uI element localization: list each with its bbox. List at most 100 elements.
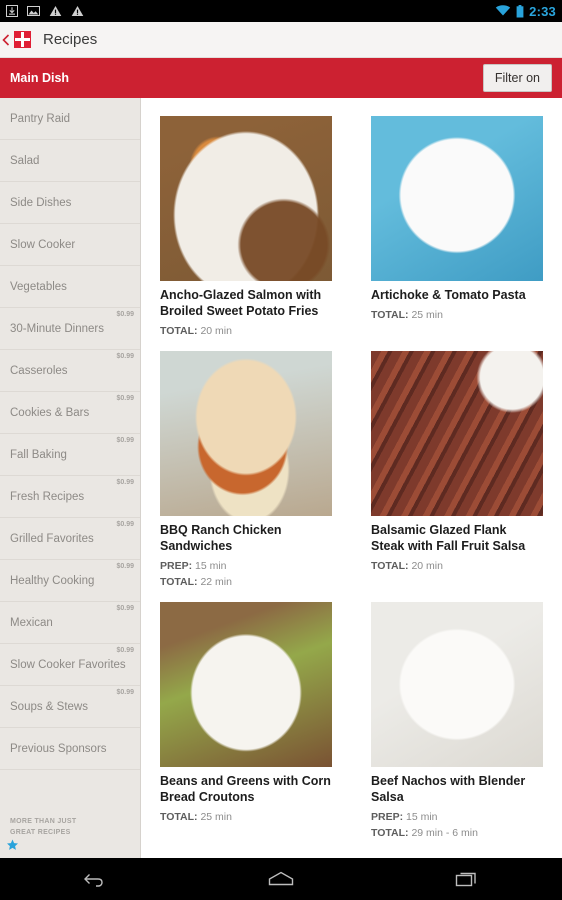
recipe-total-time: TOTAL: 29 min - 6 min (371, 826, 543, 842)
recipe-card[interactable]: BBQ Ranch Chicken Sandwiches PREP: 15 min… (160, 351, 332, 590)
battery-icon (516, 4, 524, 17)
sidebar-item-side-dishes[interactable]: Side Dishes (0, 182, 140, 224)
sidebar-item-price: $0.99 (116, 563, 134, 570)
sidebar-item-label: Healthy Cooking (10, 574, 95, 587)
flank-steak-photo[interactable] (371, 351, 543, 517)
status-bar-left-icons (6, 5, 84, 17)
recipe-title: Ancho-Glazed Salmon with Broiled Sweet P… (160, 288, 322, 318)
sidebar-item-previous-sponsors[interactable]: Previous Sponsors (0, 728, 140, 770)
status-bar-clock: 2:33 (529, 3, 556, 19)
page-title: Recipes (43, 31, 98, 48)
beans-greens-croutons-photo[interactable] (160, 602, 332, 768)
back-arrow-icon[interactable] (0, 33, 12, 46)
recipe-title: Beef Nachos with Blender Salsa (371, 774, 526, 804)
sidebar-item-price: $0.99 (116, 479, 134, 486)
sidebar-item-label: Soups & Stews (10, 700, 88, 713)
sidebar-item-healthy-cooking[interactable]: $0.99 Healthy Cooking (0, 560, 140, 602)
recipe-title: Balsamic Glazed Flank Steak with Fall Fr… (371, 523, 526, 553)
recipe-total-time: TOTAL: 25 min (371, 308, 543, 324)
sidebar-item-price: $0.99 (116, 353, 134, 360)
sidebar-item-price: $0.99 (116, 521, 134, 528)
recipe-total-time: TOTAL: 22 min (160, 575, 332, 591)
warning-icon (49, 6, 62, 16)
recipe-card[interactable]: Ancho-Glazed Salmon with Broiled Sweet P… (160, 116, 332, 339)
android-nav-bar (0, 858, 562, 900)
recipe-total-label: TOTAL: (371, 826, 409, 839)
sidebar-item-cookies-bars[interactable]: $0.99 Cookies & Bars (0, 392, 140, 434)
recipe-prep-time: PREP: 15 min (160, 559, 332, 575)
sidebar-item-vegetables[interactable]: Vegetables (0, 266, 140, 308)
recipe-title: Beans and Greens with Corn Bread Crouton… (160, 774, 331, 804)
sidebar-item-fall-baking[interactable]: $0.99 Fall Baking (0, 434, 140, 476)
sidebar-item-slow-cooker-favorites[interactable]: $0.99 Slow Cooker Favorites (0, 644, 140, 686)
recipe-total-time: TOTAL: 20 min (371, 559, 543, 575)
home-icon[interactable] (251, 870, 311, 888)
bbq-chicken-sandwich-photo[interactable] (160, 351, 332, 517)
filter-button[interactable]: Filter on (482, 64, 552, 92)
sidebar-item-label: Casseroles (10, 364, 68, 377)
category-bar: Main Dish Filter on (0, 58, 562, 98)
recipe-meta: TOTAL: 20 min (371, 559, 543, 575)
sidebar-item-label: Fall Baking (10, 448, 67, 461)
beef-nachos-photo[interactable] (371, 602, 543, 768)
recipe-meta: TOTAL: 20 min (160, 324, 332, 340)
sidebar-item-slow-cooker[interactable]: Slow Cooker (0, 224, 140, 266)
image-icon (27, 6, 40, 16)
recipe-meta: TOTAL: 25 min (371, 308, 543, 324)
recipe-card[interactable]: Artichoke & Tomato Pasta TOTAL: 25 min (371, 116, 543, 339)
recipe-prep-value: 15 min (403, 810, 438, 823)
recipe-prep-time: PREP: 15 min (371, 810, 543, 826)
sidebar-item-pantry-raid[interactable]: Pantry Raid (0, 98, 140, 140)
sidebar-item-price: $0.99 (116, 605, 134, 612)
recipe-card[interactable]: Beef Nachos with Blender Salsa PREP: 15 m… (371, 602, 543, 841)
sidebar-item-label: Slow Cooker Favorites (10, 658, 126, 671)
warning-icon (71, 6, 84, 16)
sidebar-item-label: Mexican (10, 616, 53, 629)
sidebar-item-soups-stews[interactable]: $0.99 Soups & Stews (0, 686, 140, 728)
sidebar-footer-line1: MORE THAN JUST (10, 818, 77, 825)
category-title: Main Dish (10, 71, 70, 85)
salmon-sweet-potato-photo[interactable] (160, 116, 332, 281)
recipe-total-label: TOTAL: (160, 324, 198, 337)
sidebar-item-label: Previous Sponsors (10, 742, 107, 755)
recipe-total-value: 22 min (197, 575, 232, 588)
sidebar-item-price: $0.99 (116, 437, 134, 444)
sidebar-item-30-minute-dinners[interactable]: $0.99 30-Minute Dinners (0, 308, 140, 350)
sidebar-item-salad[interactable]: Salad (0, 140, 140, 182)
recipe-prep-value: 15 min (192, 559, 227, 572)
artichoke-tomato-pasta-photo[interactable] (371, 116, 543, 281)
sidebar-item-fresh-recipes[interactable]: $0.99 Fresh Recipes (0, 476, 140, 518)
sidebar-footer: MORE THAN JUST GREAT RECIPES (10, 817, 76, 838)
app-bar: Recipes (0, 22, 562, 58)
recipe-prep-label: PREP: (371, 810, 404, 823)
recipe-card[interactable]: Beans and Greens with Corn Bread Crouton… (160, 602, 332, 841)
sidebar-item-price: $0.99 (116, 311, 134, 318)
sidebar-item-label: Fresh Recipes (10, 490, 85, 503)
category-sidebar[interactable]: Pantry Raid Salad Side Dishes Slow Cooker Ve… (0, 98, 141, 858)
sidebar-item-label: Grilled Favorites (10, 532, 94, 545)
recipe-meta: PREP: 15 min TOTAL: 29 min - 6 min (371, 810, 543, 842)
sidebar-item-label: Salad (10, 154, 40, 167)
recipe-title: BBQ Ranch Chicken Sandwiches (160, 523, 282, 553)
recipe-total-label: TOTAL: (371, 308, 409, 321)
sidebar-item-label: Cookies & Bars (10, 406, 90, 419)
recipe-total-time: TOTAL: 25 min (160, 810, 332, 826)
sidebar-item-label: Pantry Raid (10, 112, 71, 125)
sidebar-item-casseroles[interactable]: $0.99 Casseroles (0, 350, 140, 392)
back-icon[interactable] (64, 870, 124, 888)
sidebar-item-label: Vegetables (10, 280, 67, 293)
recipe-title: Artichoke & Tomato Pasta (371, 288, 526, 302)
recipe-meta: PREP: 15 min TOTAL: 22 min (160, 559, 332, 591)
recipe-total-label: TOTAL: (160, 810, 198, 823)
category-list: Pantry Raid Salad Side Dishes Slow Cooker Ve… (0, 98, 140, 770)
wifi-icon (495, 5, 511, 16)
download-icon (6, 5, 18, 17)
recipe-card[interactable]: Balsamic Glazed Flank Steak with Fall Fr… (371, 351, 543, 590)
status-bar-right-icons: 2:33 (495, 4, 556, 19)
sidebar-item-grilled-favorites[interactable]: $0.99 Grilled Favorites (0, 518, 140, 560)
recents-icon[interactable] (438, 870, 498, 888)
sidebar-item-label: Slow Cooker (10, 238, 76, 251)
recipes-logo-icon (14, 31, 31, 48)
star-icon[interactable] (6, 839, 19, 857)
sidebar-item-mexican[interactable]: $0.99 Mexican (0, 602, 140, 644)
